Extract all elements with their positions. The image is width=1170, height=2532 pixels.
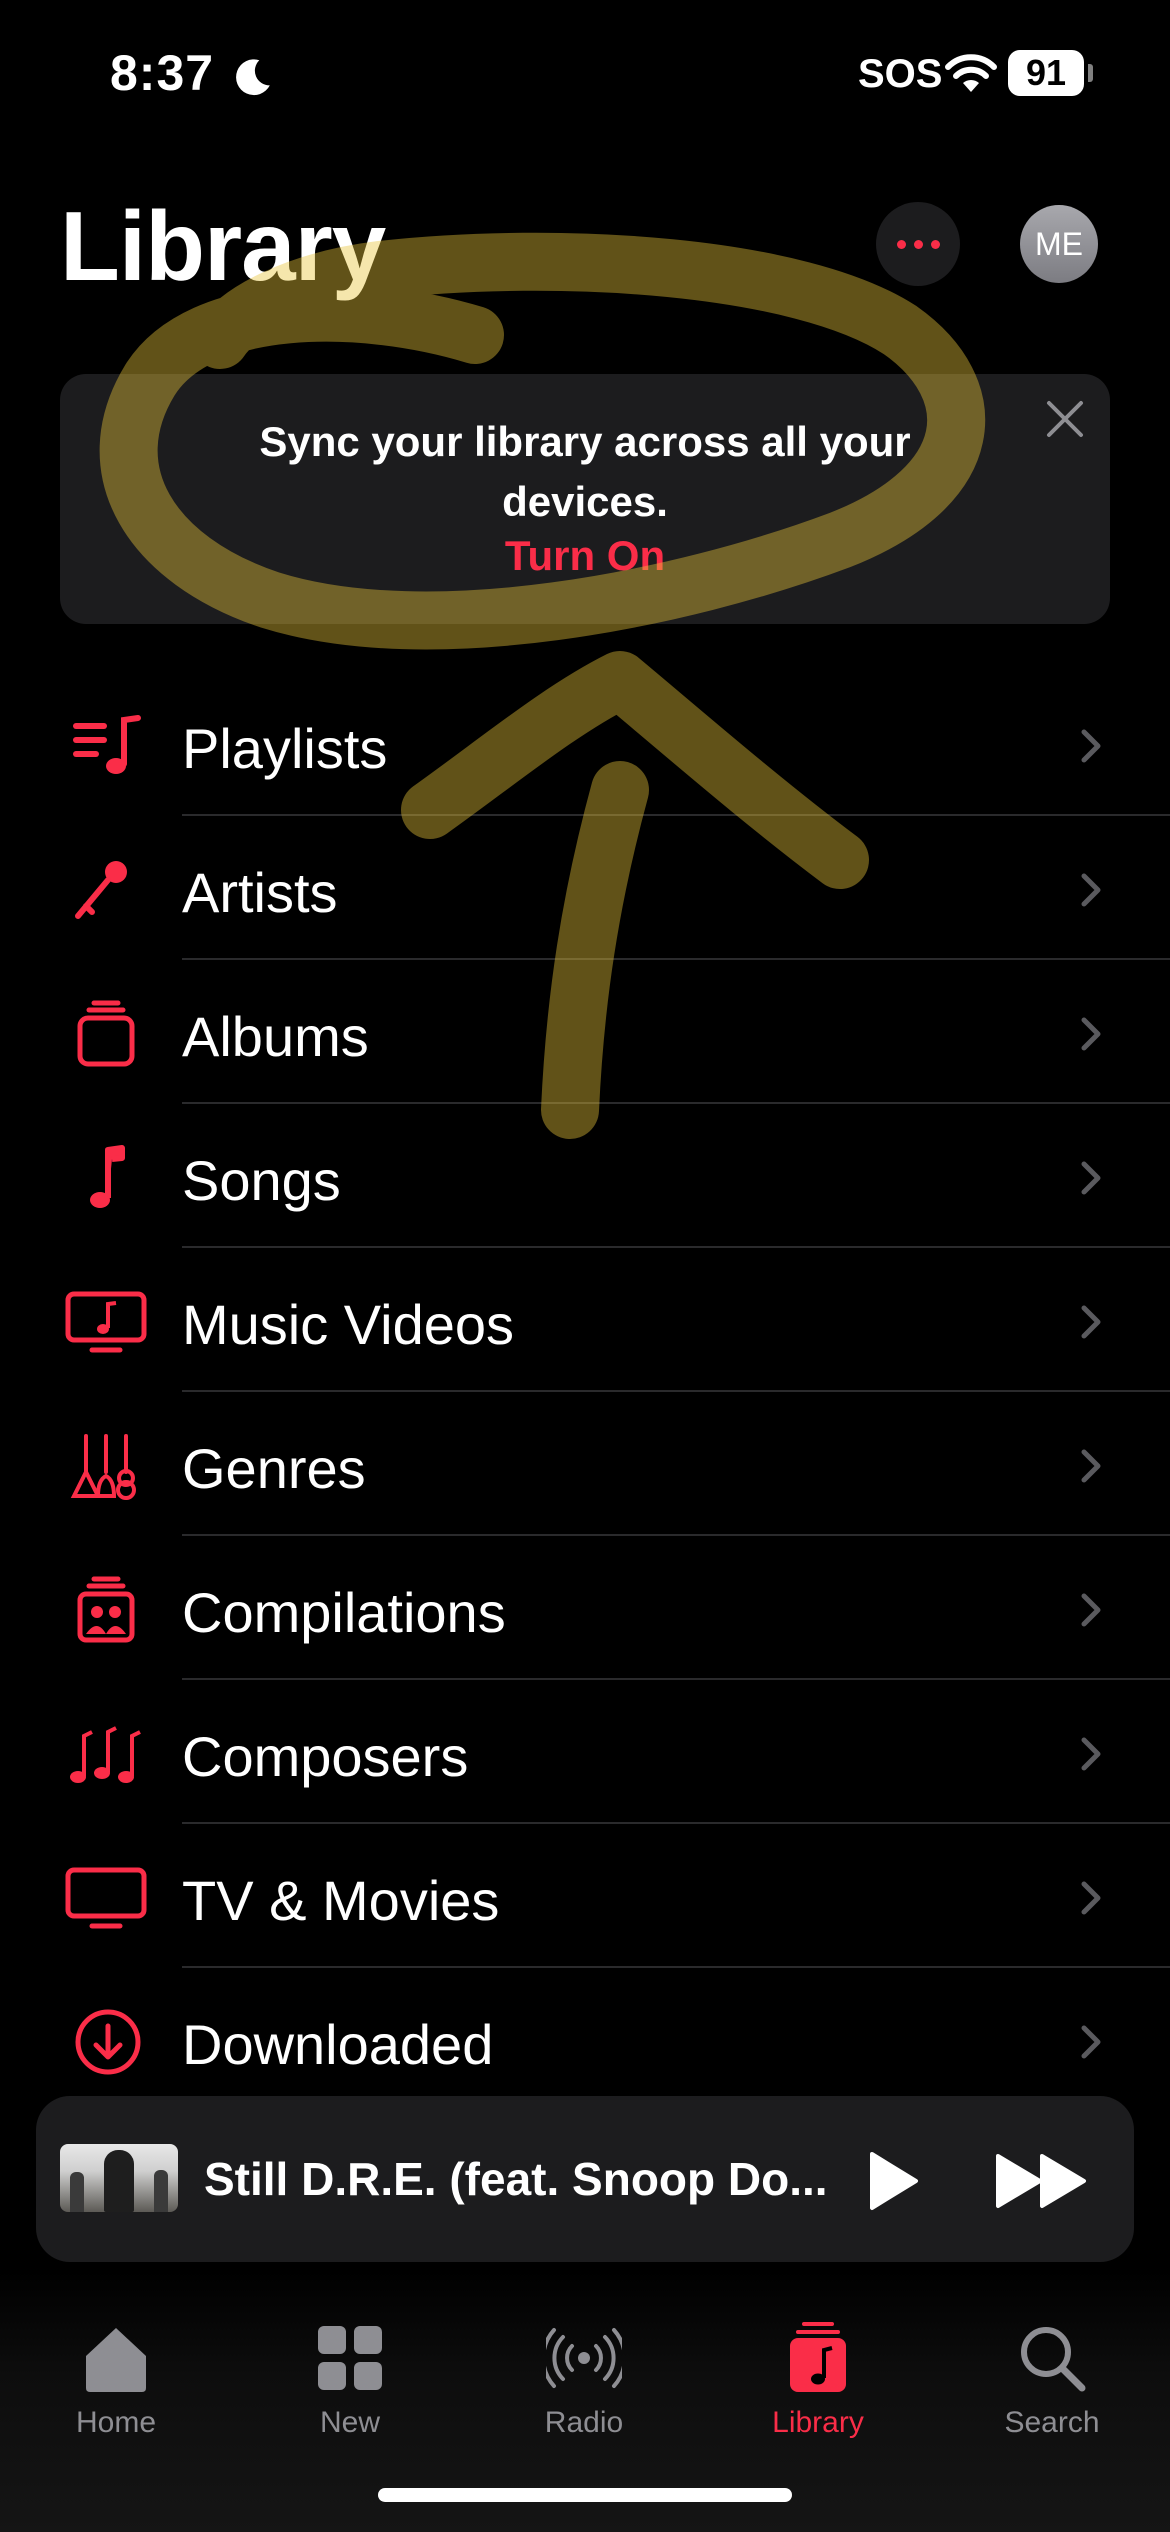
turn-on-button[interactable]: Turn On: [60, 532, 1110, 580]
guitars-icon: [70, 1434, 136, 1500]
tab-library[interactable]: Library: [718, 2296, 918, 2446]
status-time: 8:37: [110, 45, 215, 101]
playlist-icon: [73, 715, 141, 774]
item-label: Genres: [182, 1437, 366, 1500]
library-item-songs[interactable]: Songs: [0, 1104, 1170, 1248]
library-item-composers[interactable]: Composers: [0, 1680, 1170, 1824]
more-options-button[interactable]: [876, 202, 960, 286]
sos-label: SOS: [858, 52, 943, 96]
microphone-icon: [75, 861, 127, 919]
library-list: Playlists Artists Albums Songs Music Vid…: [0, 672, 1170, 2112]
tab-home[interactable]: Home: [16, 2296, 216, 2446]
status-bar: 8:37 SOS 91: [0, 0, 1170, 150]
library-music-icon: [790, 2322, 846, 2392]
item-label: Songs: [182, 1149, 341, 1212]
library-item-albums[interactable]: Albums: [0, 960, 1170, 1104]
library-item-downloaded[interactable]: Downloaded: [0, 1968, 1170, 2112]
page-title: Library: [60, 191, 386, 301]
item-label: Artists: [182, 861, 338, 924]
library-item-genres[interactable]: Genres: [0, 1392, 1170, 1536]
house-icon: [86, 2328, 146, 2392]
chevron-right-icon: [1081, 1305, 1101, 1339]
chevron-right-icon: [1081, 2025, 1101, 2059]
item-label: Playlists: [182, 717, 388, 780]
ellipsis-icon: [896, 239, 940, 249]
library-item-artists[interactable]: Artists: [0, 816, 1170, 960]
tab-new[interactable]: New: [250, 2296, 450, 2446]
tab-label: New: [319, 2406, 380, 2439]
item-label: Composers: [182, 1725, 469, 1788]
moon-icon: [236, 59, 270, 96]
item-label: TV & Movies: [182, 1869, 500, 1932]
chevron-right-icon: [1081, 1593, 1101, 1627]
close-icon[interactable]: [1040, 394, 1090, 444]
chevron-right-icon: [1081, 873, 1101, 907]
profile-avatar[interactable]: ME: [1020, 205, 1098, 283]
wifi-icon: [945, 54, 997, 92]
download-circle-icon: [75, 2009, 141, 2075]
tab-label: Search: [1004, 2406, 1100, 2439]
sync-library-card: Sync your library across all your device…: [60, 374, 1110, 624]
battery-level: 91: [1025, 52, 1067, 93]
tv-icon: [65, 1867, 147, 1929]
tab-radio[interactable]: Radio: [484, 2296, 684, 2446]
home-indicator[interactable]: [378, 2488, 792, 2502]
item-label: Downloaded: [182, 2013, 494, 2076]
sync-message: Sync your library across all your device…: [259, 418, 911, 525]
magnifier-icon: [1021, 2327, 1086, 2392]
item-label: Music Videos: [182, 1293, 515, 1356]
now-playing-title: Still D.R.E. (feat. Snoop Do...: [204, 2153, 828, 2205]
album-stack-icon: [77, 1000, 135, 1067]
fast-forward-icon[interactable]: [994, 2150, 1090, 2212]
chevron-right-icon: [1081, 1737, 1101, 1771]
tab-label: Library: [772, 2406, 864, 2439]
tab-search[interactable]: Search: [952, 2296, 1152, 2446]
chevron-right-icon: [1081, 1017, 1101, 1051]
library-item-music-videos[interactable]: Music Videos: [0, 1248, 1170, 1392]
library-item-compilations[interactable]: Compilations: [0, 1536, 1170, 1680]
compilation-icon: [77, 1576, 135, 1643]
chevron-right-icon: [1081, 1449, 1101, 1483]
grid-icon: [318, 2326, 382, 2390]
music-library-screen: 8:37 SOS 91 Library ME Sync your library…: [0, 0, 1170, 2532]
composers-notes-icon: [70, 1726, 141, 1783]
battery-indicator: 91: [1008, 50, 1093, 96]
radio-waves-icon: [546, 2328, 622, 2388]
tab-label: Radio: [544, 2406, 624, 2439]
chevron-right-icon: [1081, 1161, 1101, 1195]
play-icon[interactable]: [858, 2148, 924, 2214]
album-artwork: [60, 2144, 178, 2212]
music-video-icon: [65, 1291, 147, 1353]
mini-player[interactable]: Still D.R.E. (feat. Snoop Do...: [36, 2096, 1134, 2262]
item-label: Albums: [182, 1005, 369, 1068]
chevron-right-icon: [1081, 729, 1101, 763]
item-label: Compilations: [182, 1581, 506, 1644]
library-item-playlists[interactable]: Playlists: [0, 672, 1170, 816]
chevron-right-icon: [1081, 1881, 1101, 1915]
tab-label: Home: [75, 2406, 157, 2439]
library-item-tv-movies[interactable]: TV & Movies: [0, 1824, 1170, 1968]
music-note-icon: [90, 1145, 125, 1208]
